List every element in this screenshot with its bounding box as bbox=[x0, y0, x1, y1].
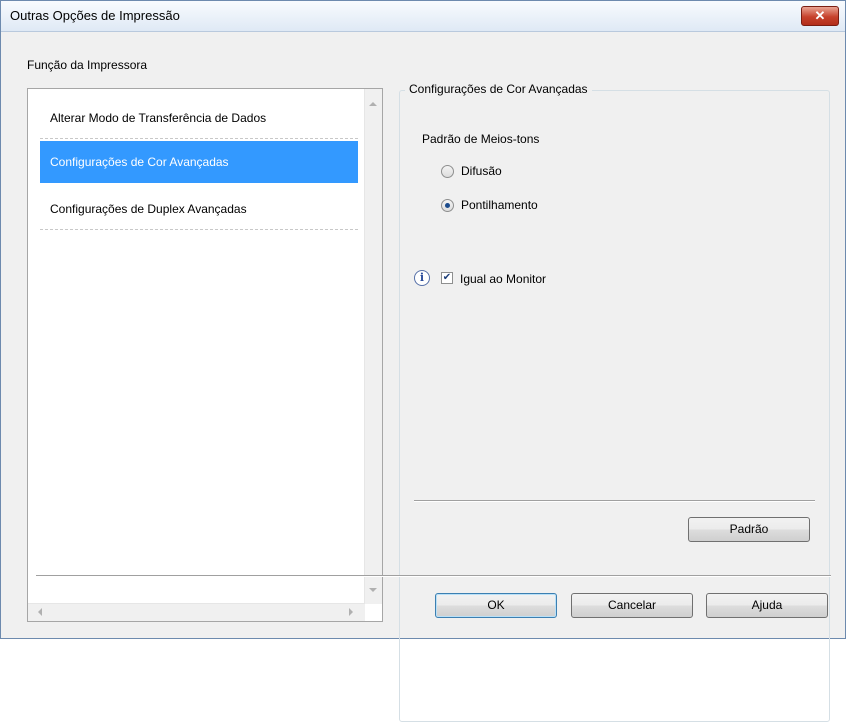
help-button[interactable]: Ajuda bbox=[706, 593, 828, 618]
match-monitor-label[interactable]: Igual ao Monitor bbox=[460, 272, 546, 286]
groupbox-title-text: Configurações de Cor Avançadas bbox=[409, 82, 588, 96]
advanced-color-groupbox bbox=[399, 90, 830, 722]
close-button[interactable]: ✕ bbox=[801, 6, 839, 26]
ok-button[interactable]: OK bbox=[435, 593, 557, 618]
match-monitor-label-text[interactable]: Igual ao Monitor bbox=[460, 272, 546, 286]
radio-button[interactable] bbox=[441, 165, 454, 178]
scroll-up-icon[interactable] bbox=[369, 102, 377, 106]
cancel-button[interactable]: Cancelar bbox=[571, 593, 693, 618]
list-item-data-transfer-mode[interactable]: Alterar Modo de Transferência de Dados bbox=[40, 97, 358, 139]
list-item-advanced-color[interactable]: Configurações de Cor Avançadas bbox=[40, 141, 358, 183]
ok-button-label: OK bbox=[487, 598, 505, 612]
radio-dithering-label[interactable]: Pontilhamento bbox=[461, 198, 538, 212]
halftone-pattern-label-text: Padrão de Meios-tons bbox=[422, 132, 540, 146]
vertical-scrollbar[interactable] bbox=[364, 89, 382, 604]
title-bar[interactable]: Outras Opções de Impressão ✕ bbox=[1, 1, 845, 32]
radio-diffusion-label[interactable]: Difusão bbox=[461, 164, 502, 178]
halftone-pattern-label: Padrão de Meios-tons bbox=[422, 132, 539, 146]
default-button[interactable]: Padrão bbox=[688, 517, 810, 542]
list-item-label: Alterar Modo de Transferência de Dados bbox=[50, 111, 267, 125]
list-item-label: Configurações de Cor Avançadas bbox=[50, 155, 229, 169]
cancel-button-label: Cancelar bbox=[607, 598, 657, 612]
scroll-right-icon[interactable] bbox=[349, 608, 353, 616]
groupbox-title: Configurações de Cor Avançadas bbox=[405, 82, 592, 96]
default-button-label: Padrão bbox=[729, 522, 769, 536]
scroll-left-icon[interactable] bbox=[38, 608, 42, 616]
info-icon: i bbox=[414, 270, 430, 286]
printer-function-label-text: Função da Impressora bbox=[27, 58, 148, 72]
scroll-down-icon[interactable] bbox=[369, 588, 377, 592]
horizontal-scrollbar[interactable] bbox=[28, 603, 365, 621]
printer-function-label: Função da Impressora bbox=[27, 58, 147, 72]
list-item-label: Configurações de Duplex Avançadas bbox=[50, 202, 247, 216]
printer-function-list[interactable]: Alterar Modo de Transferência de Dados C… bbox=[27, 88, 383, 622]
panel-divider bbox=[414, 500, 815, 502]
window-title: Outras Opções de Impressão bbox=[10, 8, 180, 23]
radio-button-checked[interactable] bbox=[441, 199, 454, 212]
footer-divider bbox=[36, 575, 831, 577]
help-button-label: Ajuda bbox=[751, 598, 783, 612]
close-icon: ✕ bbox=[814, 8, 826, 23]
match-monitor-checkbox[interactable]: ✔ bbox=[441, 272, 453, 284]
list-item-advanced-duplex[interactable]: Configurações de Duplex Avançadas bbox=[40, 188, 358, 230]
